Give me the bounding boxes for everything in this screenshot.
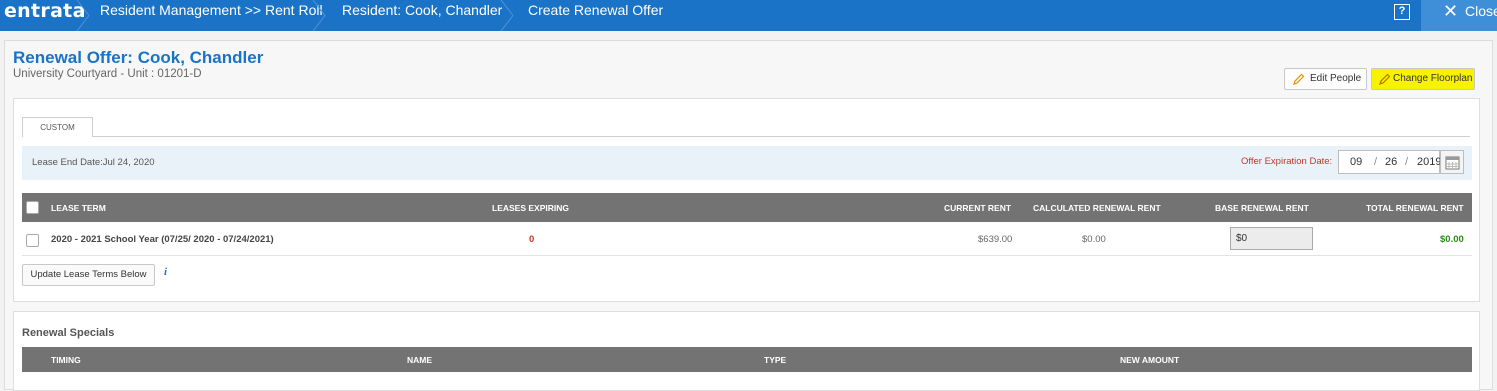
chevron-right-icon [76,0,90,31]
page-subtitle: University Courtyard - Unit : 01201-D [13,68,202,80]
pencil-icon [1379,73,1391,85]
tab-divider [92,136,1470,137]
col-new-amount[interactable]: NEW AMOUNT [1120,355,1179,365]
breadcrumb-create-renewal-offer: Create Renewal Offer [528,2,664,18]
offer-month[interactable]: 09 [1350,151,1362,173]
close-button[interactable]: ✕ Close [1421,0,1497,31]
edit-people-label: Edit People [1310,73,1362,84]
pencil-icon [1293,73,1305,85]
breadcrumb-rent-roll[interactable]: Resident Management >> Rent Roll [100,0,323,31]
calendar-button[interactable] [1440,150,1464,174]
lease-table-header: LEASE TERM LEASES EXPIRING CURRENT RENT … [22,193,1472,222]
edit-people-button[interactable]: Edit People [1284,68,1367,90]
close-label: Close [1465,3,1497,19]
col-calculated-renewal-rent[interactable]: CALCULATED RENEWAL RENT [1033,203,1161,213]
select-all-checkbox[interactable] [26,201,39,214]
page-title: Renewal Offer: Cook, Chandler [13,48,264,67]
date-separator: / [1374,156,1378,168]
offer-day[interactable]: 26 [1385,151,1397,173]
help-icon[interactable]: ? [1394,4,1410,20]
tab-custom[interactable]: CUSTOM [22,117,93,137]
entrata-logo[interactable]: entrata [4,0,86,31]
current-rent-cell: $639.00 [978,234,1013,245]
top-bar: entrata Resident Management >> Rent Roll… [0,0,1497,31]
offer-expiration-date-input[interactable]: 09 / 26 / 2019 [1338,150,1441,174]
specials-table-header: TIMING NAME TYPE NEW AMOUNT [22,347,1472,372]
lease-term-cell: 2020 - 2021 School Year (07/25/ 2020 - 0… [51,234,274,245]
chevron-right-icon [312,0,326,31]
change-floorplan-label: Change Floorplan [1393,73,1473,84]
table-row: 2020 - 2021 School Year (07/25/ 2020 - 0… [22,222,1472,256]
col-current-rent[interactable]: CURRENT RENT [944,203,1011,213]
calendar-icon [1445,156,1460,170]
col-base-renewal-rent[interactable]: BASE RENEWAL RENT [1215,203,1309,213]
offer-expiration-label: Offer Expiration Date: [1241,156,1333,167]
base-renewal-rent-input[interactable]: $0 [1230,227,1313,250]
col-name[interactable]: NAME [407,355,432,365]
calculated-renewal-rent-cell: $0.00 [1082,234,1106,245]
chevron-right-icon [500,0,514,31]
offer-year[interactable]: 2019 [1417,151,1441,173]
close-icon: ✕ [1443,1,1459,21]
col-total-renewal-rent[interactable]: TOTAL RENEWAL RENT [1366,203,1464,213]
renewal-specials-title: Renewal Specials [22,327,115,339]
col-type[interactable]: TYPE [764,355,786,365]
change-floorplan-button[interactable]: Change Floorplan [1371,68,1475,90]
col-leases-expiring[interactable]: LEASES EXPIRING [492,203,569,213]
date-separator: / [1405,156,1409,168]
update-lease-terms-button[interactable]: Update Lease Terms Below [22,264,155,286]
col-timing[interactable]: TIMING [51,355,81,365]
row-checkbox[interactable] [26,234,39,247]
info-icon[interactable]: i [164,266,167,278]
lease-end-date: Lease End Date:Jul 24, 2020 [32,157,155,168]
col-lease-term[interactable]: LEASE TERM [51,203,106,213]
leases-expiring-cell[interactable]: 0 [529,234,534,245]
breadcrumb-resident[interactable]: Resident: Cook, Chandler [342,0,502,31]
total-renewal-rent-cell: $0.00 [1440,234,1464,245]
